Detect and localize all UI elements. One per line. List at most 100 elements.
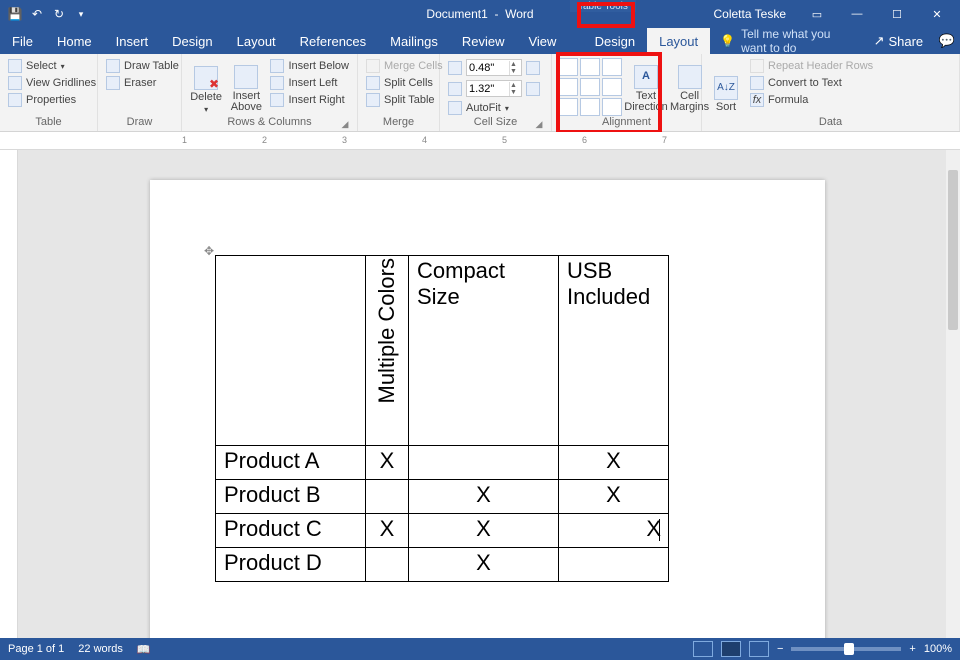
tab-mailings[interactable]: Mailings <box>378 28 450 54</box>
insert-right-button[interactable]: Insert Right <box>268 92 351 108</box>
row-height-field[interactable]: ▲▼ <box>446 58 542 77</box>
table-cell[interactable]: X <box>409 480 559 514</box>
align-bl-icon[interactable] <box>558 98 578 116</box>
zoom-out-icon[interactable]: − <box>777 643 783 655</box>
ribbon-display-icon[interactable]: ▭ <box>798 0 836 28</box>
document-table[interactable]: Multiple Colors Compact Size USB Include… <box>215 255 669 582</box>
dialog-launcher-icon[interactable]: ◢ <box>340 119 350 129</box>
spellcheck-icon[interactable]: 📖 <box>137 643 151 656</box>
page-indicator[interactable]: Page 1 of 1 <box>8 643 64 655</box>
view-gridlines-button[interactable]: View Gridlines <box>6 75 98 91</box>
text-direction-button[interactable]: AText Direction <box>626 58 666 114</box>
qat-customize-icon[interactable]: ▾ <box>72 5 90 23</box>
table-cell[interactable] <box>366 548 409 582</box>
distribute-rows-icon[interactable] <box>526 61 540 75</box>
convert-to-text-button[interactable]: Convert to Text <box>748 75 875 91</box>
table-cell[interactable]: X <box>409 548 559 582</box>
tab-review[interactable]: Review <box>450 28 517 54</box>
sort-button[interactable]: A↓ZSort <box>708 58 744 114</box>
draw-table-button[interactable]: Draw Table <box>104 58 181 74</box>
column-width-field[interactable]: ▲▼ <box>446 79 542 98</box>
web-layout-icon[interactable] <box>749 641 769 657</box>
document-area[interactable]: ✥ Multiple Colors Compact Size USB Inclu… <box>0 150 946 638</box>
page[interactable]: ✥ Multiple Colors Compact Size USB Inclu… <box>150 180 825 638</box>
formula-button[interactable]: fxFormula <box>748 92 875 108</box>
table-cell[interactable]: Multiple Colors <box>366 256 409 446</box>
vertical-ruler[interactable] <box>0 150 18 638</box>
select-button[interactable]: Select ▾ <box>6 58 98 74</box>
table-cell[interactable]: USB Included <box>559 256 669 446</box>
zoom-slider[interactable] <box>791 647 901 651</box>
undo-icon[interactable]: ↶ <box>28 5 46 23</box>
save-icon[interactable]: 💾 <box>6 5 24 23</box>
share-button[interactable]: ↗ Share <box>864 28 934 54</box>
autofit-button[interactable]: AutoFit ▾ <box>446 100 542 116</box>
minimize-icon[interactable]: — <box>838 0 876 28</box>
align-tl-icon[interactable] <box>558 58 578 76</box>
table-row[interactable]: Product C X X X <box>216 514 669 548</box>
table-anchor-icon[interactable]: ✥ <box>204 244 214 258</box>
text-direction-icon: A <box>634 65 658 89</box>
table-cell[interactable]: X <box>366 446 409 480</box>
tab-table-design[interactable]: Design <box>583 28 647 54</box>
table-cell[interactable] <box>216 256 366 446</box>
table-cell[interactable]: X <box>409 514 559 548</box>
zoom-level[interactable]: 100% <box>924 643 952 655</box>
table-row[interactable]: Product A X X <box>216 446 669 480</box>
table-row[interactable]: Product B X X <box>216 480 669 514</box>
table-cell[interactable]: Product B <box>216 480 366 514</box>
tab-insert[interactable]: Insert <box>104 28 161 54</box>
alignment-grid[interactable] <box>558 58 622 116</box>
split-table-button[interactable]: Split Table <box>364 92 445 108</box>
align-br-icon[interactable] <box>602 98 622 116</box>
align-bc-icon[interactable] <box>580 98 600 116</box>
table-cell[interactable]: X <box>559 514 669 548</box>
tell-me-search[interactable]: 💡 Tell me what you want to do <box>710 28 863 54</box>
align-ml-icon[interactable] <box>558 78 578 96</box>
eraser-button[interactable]: Eraser <box>104 75 181 91</box>
dialog-launcher-icon[interactable]: ◢ <box>534 119 544 129</box>
table-cell[interactable] <box>559 548 669 582</box>
properties-button[interactable]: Properties <box>6 92 98 108</box>
table-cell[interactable]: X <box>366 514 409 548</box>
tab-view[interactable]: View <box>516 28 568 54</box>
insert-above-button[interactable]: Insert Above <box>228 58 264 114</box>
tab-references[interactable]: References <box>288 28 378 54</box>
vertical-scrollbar[interactable] <box>946 150 960 638</box>
split-cells-button[interactable]: Split Cells <box>364 75 445 91</box>
horizontal-ruler[interactable]: 1234567 <box>0 132 960 150</box>
delete-button[interactable]: ✖Delete▾ <box>188 58 224 114</box>
tab-file[interactable]: File <box>0 28 45 54</box>
scrollbar-thumb[interactable] <box>948 170 958 330</box>
comments-icon[interactable]: 💬 <box>933 28 960 54</box>
table-cell[interactable]: Product A <box>216 446 366 480</box>
distribute-cols-icon[interactable] <box>526 82 540 96</box>
maximize-icon[interactable]: ☐ <box>878 0 916 28</box>
table-cell[interactable]: Product D <box>216 548 366 582</box>
tab-table-layout[interactable]: Layout <box>647 28 710 54</box>
align-tr-icon[interactable] <box>602 58 622 76</box>
redo-icon[interactable]: ↻ <box>50 5 68 23</box>
tab-design[interactable]: Design <box>160 28 224 54</box>
word-count[interactable]: 22 words <box>78 643 123 655</box>
close-icon[interactable]: ✕ <box>918 0 956 28</box>
zoom-in-icon[interactable]: + <box>909 643 915 655</box>
table-cell[interactable]: Product C <box>216 514 366 548</box>
insert-below-button[interactable]: Insert Below <box>268 58 351 74</box>
align-mc-icon[interactable] <box>580 78 600 96</box>
table-cell[interactable]: X <box>559 480 669 514</box>
table-cell[interactable] <box>366 480 409 514</box>
account-name[interactable]: Coletta Teske <box>704 7 797 21</box>
align-tc-icon[interactable] <box>580 58 600 76</box>
table-row[interactable]: Multiple Colors Compact Size USB Include… <box>216 256 669 446</box>
print-layout-icon[interactable] <box>721 641 741 657</box>
table-cell[interactable] <box>409 446 559 480</box>
table-cell[interactable]: X <box>559 446 669 480</box>
table-cell[interactable]: Compact Size <box>409 256 559 446</box>
read-mode-icon[interactable] <box>693 641 713 657</box>
tab-home[interactable]: Home <box>45 28 104 54</box>
align-mr-icon[interactable] <box>602 78 622 96</box>
insert-left-button[interactable]: Insert Left <box>268 75 351 91</box>
table-row[interactable]: Product D X <box>216 548 669 582</box>
tab-layout[interactable]: Layout <box>225 28 288 54</box>
